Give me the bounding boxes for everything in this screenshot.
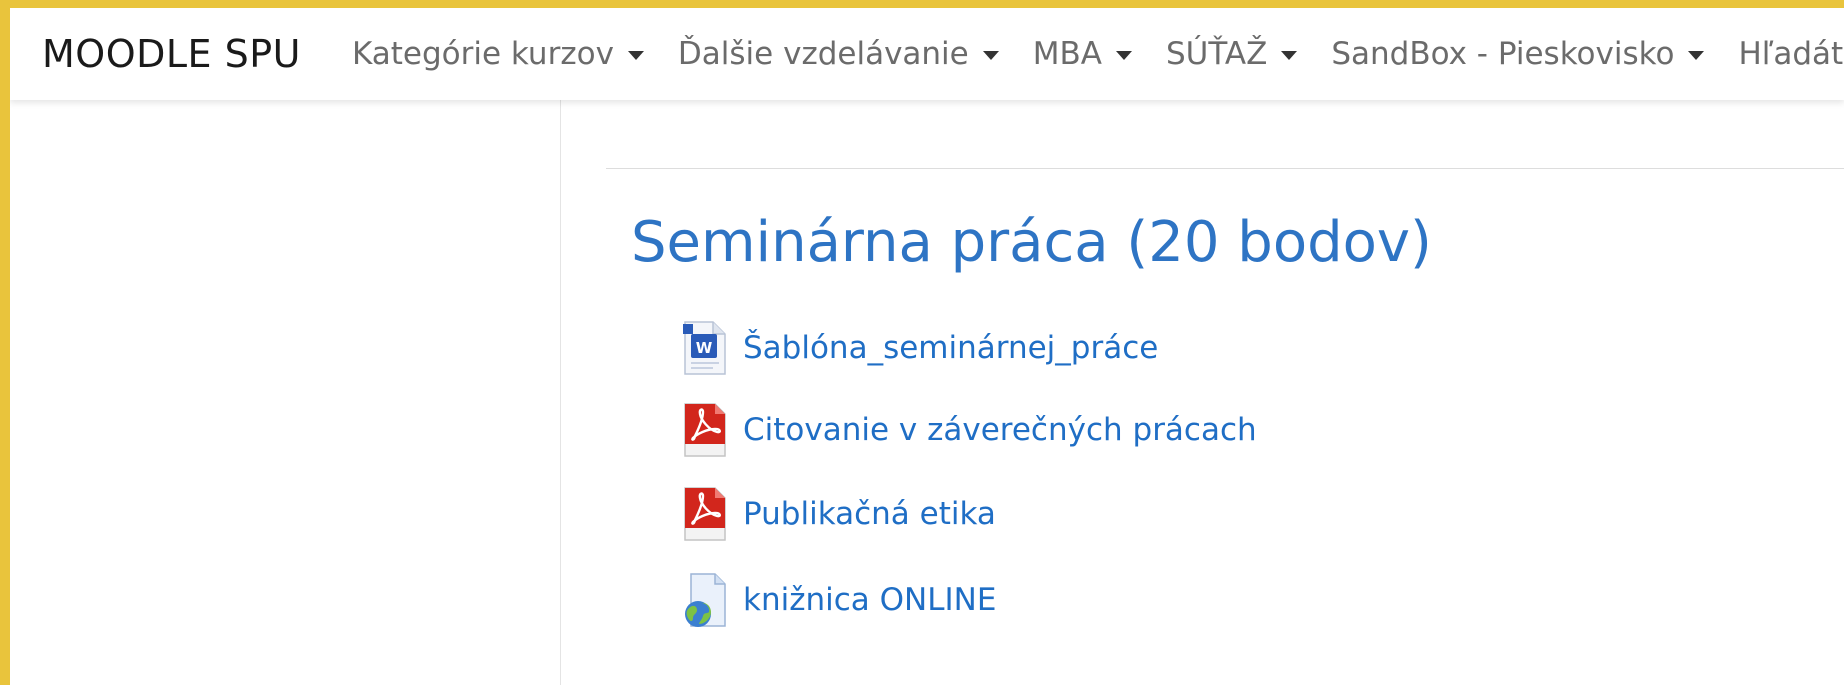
word-document-icon: W (681, 320, 729, 376)
left-sidebar (10, 100, 561, 685)
menu-dalsie-vzdelavanie[interactable]: Ďalšie vzdelávanie (678, 36, 999, 72)
section-divider (606, 168, 1844, 169)
activity-label[interactable]: Citovanie v záverečných prácach (743, 412, 1257, 448)
course-content: Seminárna práca (20 bodov) W Šablóna_sem… (561, 100, 1844, 685)
caret-down-icon (1281, 50, 1298, 60)
menu-item-label: Kategórie kurzov (352, 36, 614, 72)
activity-label[interactable]: Publikačná etika (743, 496, 996, 532)
menu-item-label: MBA (1032, 36, 1102, 72)
menu-hladate[interactable]: Hľadáte k (1738, 36, 1844, 72)
svg-text:W: W (696, 339, 713, 357)
menu-item-label: SandBox - Pieskovisko (1331, 36, 1675, 72)
menu-item-label: SÚŤAŽ (1165, 36, 1268, 72)
menu-sandbox[interactable]: SandBox - Pieskovisko (1331, 36, 1705, 72)
browser-frame: MOODLE SPU Kategórie kurzov Ďalšie vzdel… (10, 8, 1844, 685)
caret-down-icon (982, 50, 999, 60)
menu-mba[interactable]: MBA (1033, 36, 1132, 72)
site-brand[interactable]: MOODLE SPU (42, 32, 301, 76)
activity-label[interactable]: knižnica ONLINE (743, 582, 996, 618)
menu-item-label: Hľadáte k (1738, 36, 1844, 72)
activity-sablona[interactable]: W Šablóna_seminárnej_práce (681, 318, 1158, 378)
menu-item-label: Ďalšie vzdelávanie (677, 36, 969, 72)
caret-down-icon (627, 50, 644, 60)
activity-citovanie[interactable]: Citovanie v záverečných prácach (681, 400, 1257, 460)
pdf-file-icon (681, 402, 729, 458)
menu-kategorie-kurzov[interactable]: Kategórie kurzov (352, 36, 644, 72)
pdf-file-icon (681, 486, 729, 542)
top-navbar: MOODLE SPU Kategórie kurzov Ďalšie vzdel… (10, 8, 1844, 100)
activity-publikacna-etika[interactable]: Publikačná etika (681, 484, 996, 544)
activity-kniznica-online[interactable]: knižnica ONLINE (681, 570, 996, 630)
menu-sutaz[interactable]: SÚŤAŽ (1165, 36, 1298, 72)
caret-down-icon (1115, 50, 1132, 60)
section-title: Seminárna práca (20 bodov) (631, 210, 1432, 275)
activity-label[interactable]: Šablóna_seminárnej_práce (743, 330, 1158, 366)
main-menu: Kategórie kurzov Ďalšie vzdelávanie MBA … (352, 36, 1844, 72)
caret-down-icon (1688, 50, 1705, 60)
url-globe-icon (681, 572, 729, 628)
